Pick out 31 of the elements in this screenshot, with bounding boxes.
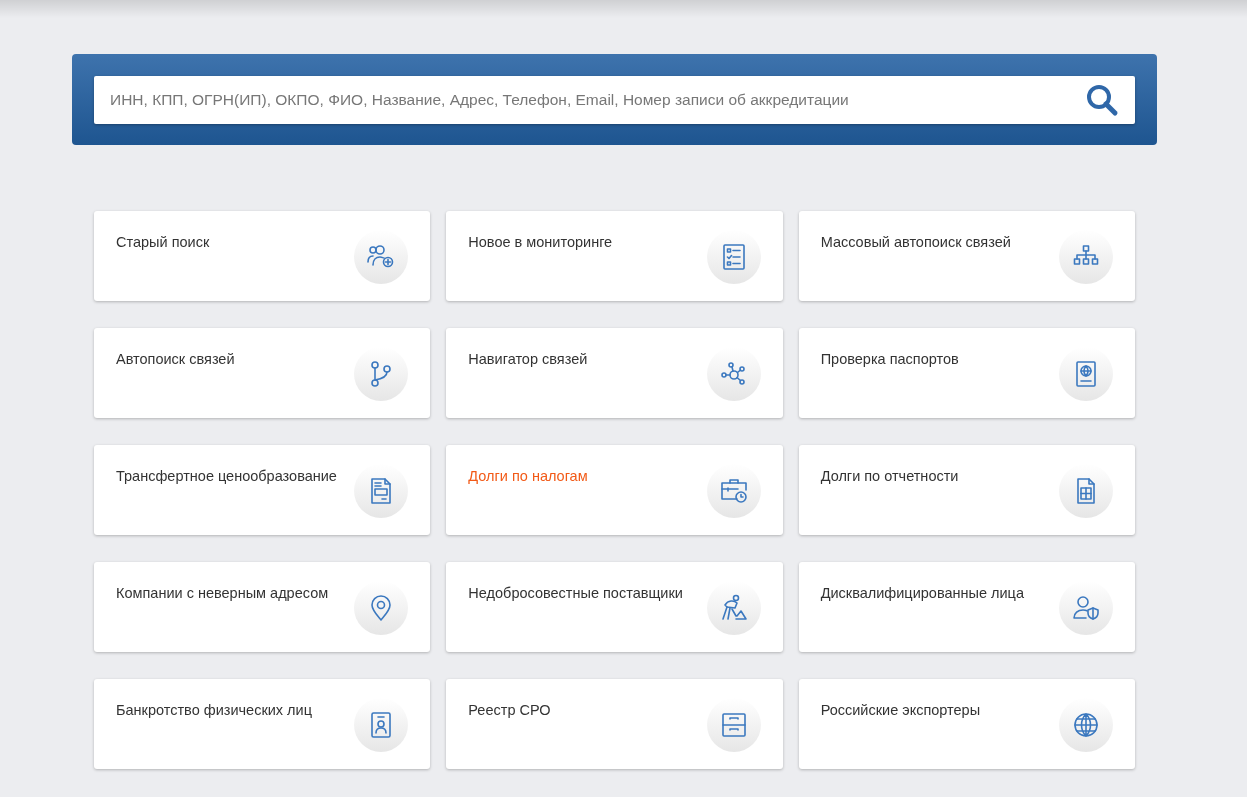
tile-label: Проверка паспортов bbox=[820, 350, 959, 368]
tile-label: Недобросовестные поставщики bbox=[468, 584, 683, 602]
tile-label: Массовый автопоиск связей bbox=[820, 233, 1011, 251]
menu-tile[interactable]: Проверка паспортов bbox=[798, 328, 1135, 418]
tile-label: Навигатор связей bbox=[468, 350, 588, 368]
tile-label: Автопоиск связей bbox=[116, 350, 235, 368]
tile-label: Банкротство физических лиц bbox=[116, 701, 312, 719]
tile-label: Российские экспортеры bbox=[820, 701, 981, 719]
menu-tile[interactable]: Российские экспортеры bbox=[798, 679, 1135, 769]
tile-label: Новое в мониторинге bbox=[468, 233, 613, 251]
menu-tile[interactable]: Долги по отчетности bbox=[798, 445, 1135, 535]
menu-tile[interactable]: Компании с неверным адресом bbox=[94, 562, 431, 652]
search-icon bbox=[1085, 83, 1119, 117]
menu-tile[interactable]: Автопоиск связей bbox=[94, 328, 431, 418]
menu-tile[interactable]: Дисквалифицированные лица bbox=[798, 562, 1135, 652]
menu-tile[interactable]: Новое в мониторинге bbox=[446, 211, 783, 301]
menu-tile[interactable]: Трансфертное ценообразование bbox=[94, 445, 431, 535]
tile-label: Реестр СРО bbox=[468, 701, 551, 719]
tile-label: Старый поиск bbox=[116, 233, 210, 251]
tile-label: Долги по налогам bbox=[468, 467, 588, 485]
menu-tile[interactable]: Недобросовестные поставщики bbox=[446, 562, 783, 652]
tile-label: Долги по отчетности bbox=[820, 467, 959, 485]
menu-tile[interactable]: Старый поиск bbox=[94, 211, 431, 301]
menu-tile[interactable]: Реестр СРО bbox=[446, 679, 783, 769]
tile-label: Дисквалифицированные лица bbox=[820, 584, 1024, 602]
menu-tile[interactable]: Массовый автопоиск связей bbox=[798, 211, 1135, 301]
search-field[interactable]: ИНН, КПП, ОГРН(ИП), ОКПО, ФИО, Название, Адрес, Телефон, Email, Номер записи об аккредитации bbox=[94, 76, 1135, 124]
tile-label: Компании с неверным адресом bbox=[116, 584, 329, 602]
menu-tile[interactable]: Навигатор связей bbox=[446, 328, 783, 418]
menu-tile[interactable]: Банкротство физических лиц bbox=[94, 679, 431, 769]
tile-label: Трансфертное ценообразование bbox=[116, 467, 337, 485]
